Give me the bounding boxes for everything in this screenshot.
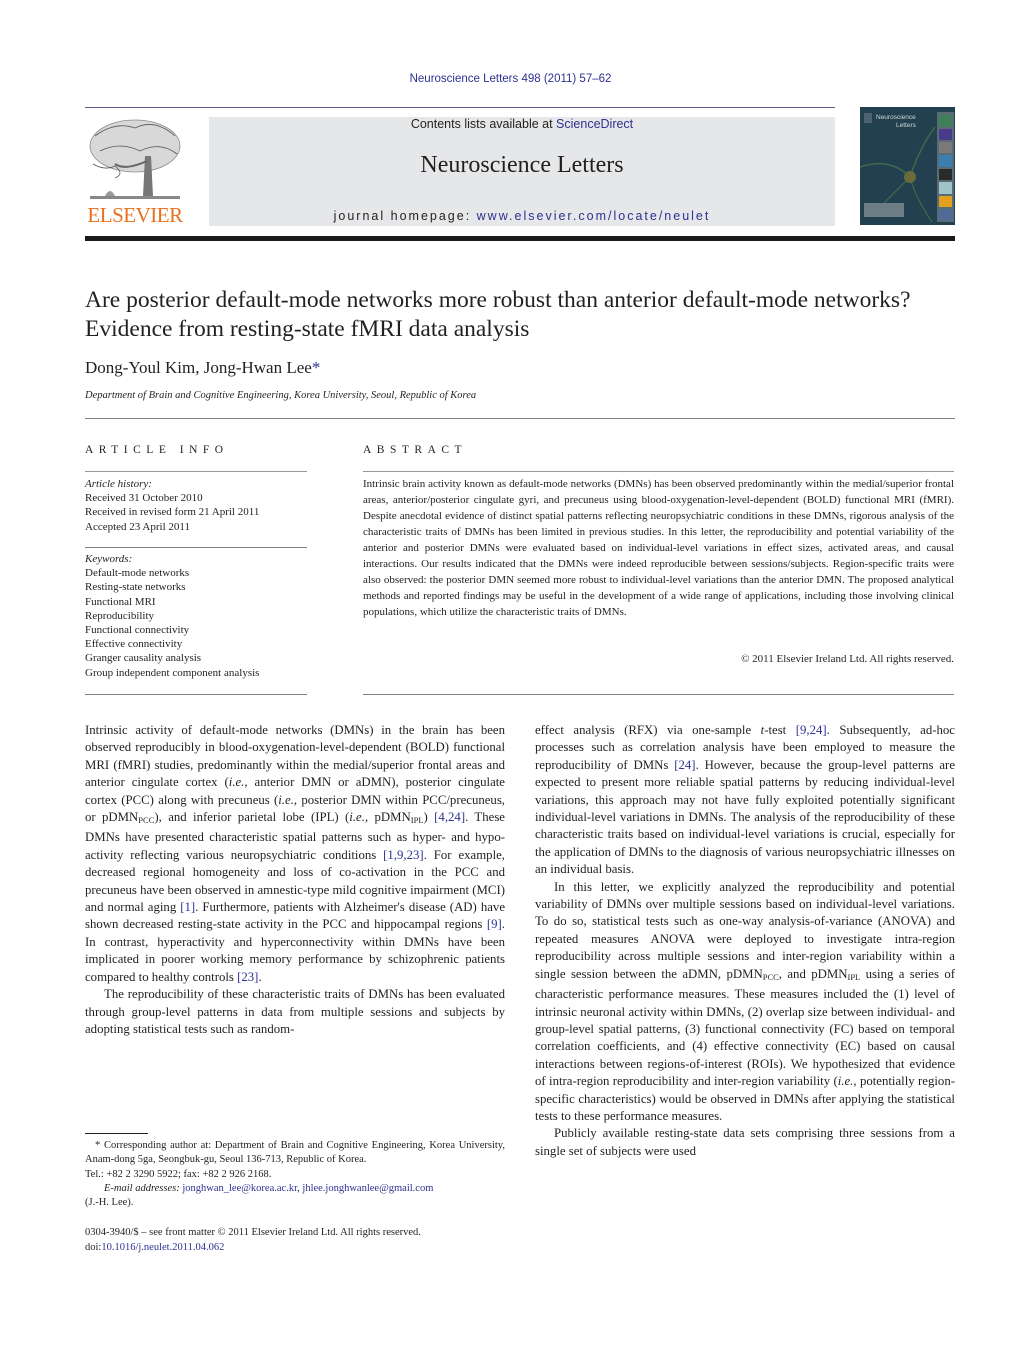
history-label: Article history:	[85, 478, 152, 490]
footnote-emails: E-mail addresses: jonghwan_lee@korea.ac.…	[104, 1182, 434, 1194]
history-accepted: Accepted 23 April 2011	[85, 520, 190, 533]
keywords-rule	[85, 547, 307, 548]
abstract-heading: ABSTRACT	[363, 444, 468, 456]
elsevier-tree-icon	[89, 119, 181, 199]
keyword: Granger causality analysis	[85, 652, 202, 665]
email-link-2[interactable]: jhlee.jonghwanlee@gmail.com	[302, 1183, 433, 1194]
intro-paragraph-4: Publicly available resting-state data se…	[535, 1126, 955, 1158]
keyword: Functional MRI	[85, 595, 156, 608]
contents-prefix: Contents lists available at	[410, 117, 557, 131]
homepage-link[interactable]: www.elsevier.com/locate/neulet	[477, 209, 711, 223]
body-column-left: Intrinsic activity of default-mode netwo…	[85, 722, 505, 1038]
corresponding-author-mark[interactable]: *	[312, 358, 321, 377]
intro-paragraph-1: Intrinsic activity of default-mode netwo…	[85, 723, 506, 984]
citation-link[interactable]: [1]	[180, 900, 195, 914]
keyword: Effective connectivity	[85, 638, 183, 651]
elsevier-logo[interactable]: ELSEVIER	[85, 116, 185, 228]
keyword: Group independent component analysis	[85, 666, 260, 679]
doi-link[interactable]: 10.1016/j.neulet.2011.04.062	[101, 1242, 224, 1253]
footnote-phone: Tel.: +82 2 3290 5922; fax: +82 2 926 21…	[85, 1168, 272, 1180]
article-history: Article history: Received 31 October 201…	[85, 477, 307, 534]
journal-citation[interactable]: Neuroscience Letters 498 (2011) 57–62	[0, 73, 1021, 85]
corresponding-author-footnote: * Corresponding author at: Department of…	[85, 1139, 505, 1210]
issn-copyright: 0304-3940/$ – see front matter © 2011 El…	[85, 1227, 421, 1238]
header-rule	[85, 107, 835, 108]
doi-line: doi:10.1016/j.neulet.2011.04.062	[85, 1241, 225, 1253]
title-rule	[85, 418, 955, 419]
cover-title-2: Letters	[896, 122, 917, 129]
keyword: Default-mode networks	[85, 567, 190, 580]
article-info-bottom-rule	[85, 694, 307, 695]
keywords-list: Keywords: Default-mode networks Resting-…	[85, 552, 307, 680]
footnote-address: * Corresponding author at: Department of…	[85, 1140, 505, 1166]
affiliation: Department of Brain and Cognitive Engine…	[85, 390, 477, 401]
author-names: Dong-Youl Kim, Jong-Hwan Lee	[85, 358, 312, 377]
intro-paragraph-2-cont: effect analysis (RFX) via one-sample t-t…	[535, 723, 955, 877]
keyword: Reproducibility	[85, 609, 155, 622]
article-info-heading: ARTICLE INFO	[85, 444, 229, 456]
abstract-copyright: © 2011 Elsevier Ireland Ltd. All rights …	[741, 653, 954, 665]
journal-banner: Contents lists available at ScienceDirec…	[209, 117, 835, 226]
journal-title: Neuroscience Letters	[420, 152, 624, 178]
header-thick-rule	[85, 236, 955, 241]
footnote-rule	[85, 1133, 148, 1134]
citation-link[interactable]: [9,24]	[796, 723, 827, 737]
journal-cover-image[interactable]: Neuroscience Letters	[860, 107, 955, 225]
abstract-top-rule	[363, 471, 954, 472]
keywords-label: Keywords:	[85, 553, 133, 565]
article-info-rule	[85, 471, 307, 472]
citation-link[interactable]: [9]	[487, 917, 502, 931]
elsevier-wordmark: ELSEVIER	[87, 203, 183, 227]
abstract-bottom-rule	[363, 694, 954, 695]
front-matter: 0304-3940/$ – see front matter © 2011 El…	[85, 1226, 505, 1255]
history-revised: Received in revised form 21 April 2011	[85, 506, 260, 519]
body-column-right: effect analysis (RFX) via one-sample t-t…	[535, 722, 955, 1160]
email-link-1[interactable]: jonghwan_lee@korea.ac.kr	[182, 1183, 297, 1194]
homepage-prefix: journal homepage:	[333, 209, 477, 223]
article-title: Are posterior default-mode networks more…	[85, 287, 911, 342]
history-received: Received 31 October 2010	[85, 492, 203, 505]
article-authors: Dong-Youl Kim, Jong-Hwan Lee*	[85, 358, 320, 378]
cover-artwork-icon: Neuroscience Letters	[860, 107, 955, 225]
citation-link[interactable]: [4,24]	[434, 810, 465, 824]
intro-paragraph-2: The reproducibility of these characteris…	[85, 987, 505, 1036]
citation-link[interactable]: [23]	[237, 970, 258, 984]
keyword: Functional connectivity	[85, 624, 190, 637]
sciencedirect-link[interactable]: ScienceDirect	[556, 117, 633, 131]
homepage-line: journal homepage: www.elsevier.com/locat…	[209, 209, 835, 223]
citation-link[interactable]: [24]	[674, 758, 695, 772]
intro-paragraph-3: In this letter, we explicitly analyzed t…	[535, 879, 955, 1123]
cover-title-1: Neuroscience	[876, 114, 916, 121]
keyword: Resting-state networks	[85, 581, 186, 594]
abstract-text: Intrinsic brain activity known as defaul…	[363, 478, 954, 618]
citation-link[interactable]: [1,9,23]	[383, 848, 424, 862]
footnote-email-owner: (J.-H. Lee).	[85, 1197, 134, 1209]
contents-line: Contents lists available at ScienceDirec…	[209, 117, 835, 131]
